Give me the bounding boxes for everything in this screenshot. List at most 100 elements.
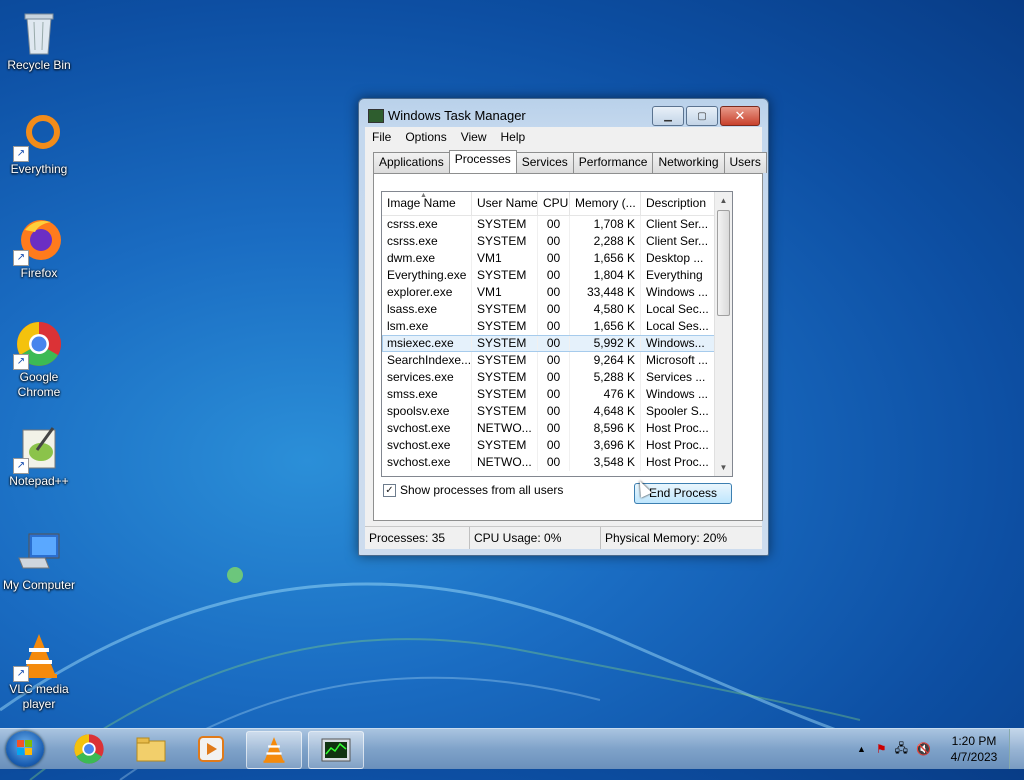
desktop-icon-everything[interactable]: ↗ Everything [2,112,76,177]
menu-view[interactable]: View [454,130,494,144]
cell-cpu: 00 [538,233,570,250]
cell-user-name: SYSTEM [472,216,538,233]
sort-arrow-icon: ▲ [420,192,427,199]
table-row[interactable]: lsm.exe SYSTEM 00 1,656 K Local Ses... [382,318,732,335]
cell-cpu: 00 [538,284,570,301]
menu-help[interactable]: Help [494,130,533,144]
table-row[interactable]: Everything.exe SYSTEM 00 1,804 K Everything [382,267,732,284]
cell-memory: 1,804 K [570,267,641,284]
table-row[interactable]: services.exe SYSTEM 00 5,288 K Services ... [382,369,732,386]
task-manager-window[interactable]: Windows Task Manager ▁ ▢ ✕ File Options … [358,98,769,556]
status-bar: Processes: 35 CPU Usage: 0% Physical Mem… [365,526,762,549]
process-list[interactable]: Image Name ▲ User Name CPU Memory (... De… [381,191,733,477]
table-row[interactable]: smss.exe SYSTEM 00 476 K Windows ... [382,386,732,403]
cell-user-name: SYSTEM [472,318,538,335]
table-row[interactable]: msiexec.exe SYSTEM 00 5,992 K Windows... [382,335,732,352]
cell-user-name: NETWO... [472,454,538,471]
show-desktop-button[interactable] [1009,729,1024,769]
table-row[interactable]: svchost.exe NETWO... 00 3,548 K Host Proc... [382,454,732,471]
close-button[interactable]: ✕ [720,106,760,126]
cell-memory: 8,596 K [570,420,641,437]
shortcut-arrow-icon: ↗ [13,354,29,370]
tab-performance[interactable]: Performance [572,152,654,173]
taskbar-task-manager[interactable] [308,731,364,769]
column-header-description[interactable]: Description [641,192,714,215]
taskbar-file-explorer[interactable] [124,731,178,767]
table-row[interactable]: spoolsv.exe SYSTEM 00 4,648 K Spooler S... [382,403,732,420]
tray-expand-icon[interactable]: ▲ [857,744,866,754]
tab-applications[interactable]: Applications [373,152,450,173]
table-row[interactable]: dwm.exe VM1 00 1,656 K Desktop ... [382,250,732,267]
clock-date: 4/7/2023 [950,750,998,764]
desktop-icon-label: VLC media player [9,682,69,711]
table-row[interactable]: csrss.exe SYSTEM 00 2,288 K Client Ser... [382,233,732,250]
menu-options[interactable]: Options [398,130,453,144]
media-player-icon [198,736,224,762]
desktop-icon-my-computer[interactable]: My Computer [2,528,76,593]
desktop-icon-label: Recycle Bin [7,58,71,72]
cell-description: Local Sec... [641,301,715,318]
table-row[interactable]: explorer.exe VM1 00 33,448 K Windows ... [382,284,732,301]
table-row[interactable]: svchost.exe NETWO... 00 8,596 K Host Proc... [382,420,732,437]
cell-description: Host Proc... [641,420,715,437]
table-row[interactable]: svchost.exe SYSTEM 00 3,696 K Host Proc... [382,437,732,454]
volume-muted-icon[interactable]: 🔇 [916,742,931,756]
tab-processes[interactable]: Processes [448,150,517,173]
maximize-button[interactable]: ▢ [686,106,718,126]
task-manager-icon [321,738,351,762]
table-row[interactable]: SearchIndexe... SYSTEM 00 9,264 K Microsoft … [382,352,732,369]
desktop-icon-notepad-plus-plus[interactable]: ↗ Notepad++ [2,424,76,489]
scroll-thumb[interactable] [717,210,730,316]
desktop-icon-label: Everything [10,162,68,176]
cell-memory: 5,288 K [570,369,641,386]
cell-cpu: 00 [538,250,570,267]
cell-image-name: dwm.exe [382,250,472,267]
cell-cpu: 00 [538,454,570,471]
minimize-button[interactable]: ▁ [652,106,684,126]
maximize-icon: ▢ [697,110,707,122]
desktop-icon-firefox[interactable]: ↗ Firefox [2,216,76,281]
column-header-memory[interactable]: Memory (... [570,192,641,215]
column-header-user-name[interactable]: User Name [472,192,538,215]
network-icon[interactable]: 🖧 [895,739,908,760]
cell-description: Spooler S... [641,403,715,420]
column-header-image-name[interactable]: Image Name ▲ [382,192,472,215]
tab-users[interactable]: Users [723,152,767,173]
scroll-up-icon[interactable]: ▲ [715,192,732,209]
desktop-icon-recycle-bin[interactable]: Recycle Bin [2,8,76,73]
table-row[interactable]: csrss.exe SYSTEM 00 1,708 K Client Ser... [382,216,732,233]
taskbar-chrome[interactable] [62,731,116,767]
shortcut-arrow-icon: ↗ [13,458,29,474]
taskbar-vlc[interactable] [246,731,302,769]
tab-strip: Applications Processes Services Performa… [373,150,767,173]
tab-networking[interactable]: Networking [652,152,725,173]
show-all-users-checkbox[interactable]: ✓ Show processes from all users [383,483,563,497]
tab-services[interactable]: Services [515,152,574,173]
cell-memory: 2,288 K [570,233,641,250]
table-row[interactable]: lsass.exe SYSTEM 00 4,580 K Local Sec... [382,301,732,318]
cell-user-name: SYSTEM [472,386,538,403]
cell-memory: 1,656 K [570,250,641,267]
column-header-cpu[interactable]: CPU [538,192,570,215]
taskbar-media-player[interactable] [184,731,238,767]
close-icon: ✕ [734,108,746,123]
action-center-icon[interactable]: ⚑ [876,742,887,756]
clock[interactable]: 1:20 PM 4/7/2023 [939,733,1009,765]
desktop-icon-google-chrome[interactable]: ↗ Google Chrome [2,320,76,400]
cell-cpu: 00 [538,318,570,335]
desktop-icon-vlc[interactable]: ↗ VLC media player [2,632,76,712]
scroll-down-icon[interactable]: ▼ [715,459,732,476]
desktop-icon-label: Firefox [20,266,58,280]
menu-file[interactable]: File [365,130,398,144]
cell-image-name: smss.exe [382,386,472,403]
clock-time: 1:20 PM [951,734,997,748]
cell-description: Host Proc... [641,454,715,471]
shortcut-arrow-icon: ↗ [13,666,29,682]
desktop-icon-label: Notepad++ [9,474,69,488]
cell-image-name: csrss.exe [382,216,472,233]
cell-cpu: 00 [538,352,570,369]
cell-image-name: lsass.exe [382,301,472,318]
start-button[interactable] [6,731,44,767]
status-processes: Processes: 35 [365,527,470,549]
vertical-scrollbar[interactable]: ▲ ▼ [714,192,732,476]
